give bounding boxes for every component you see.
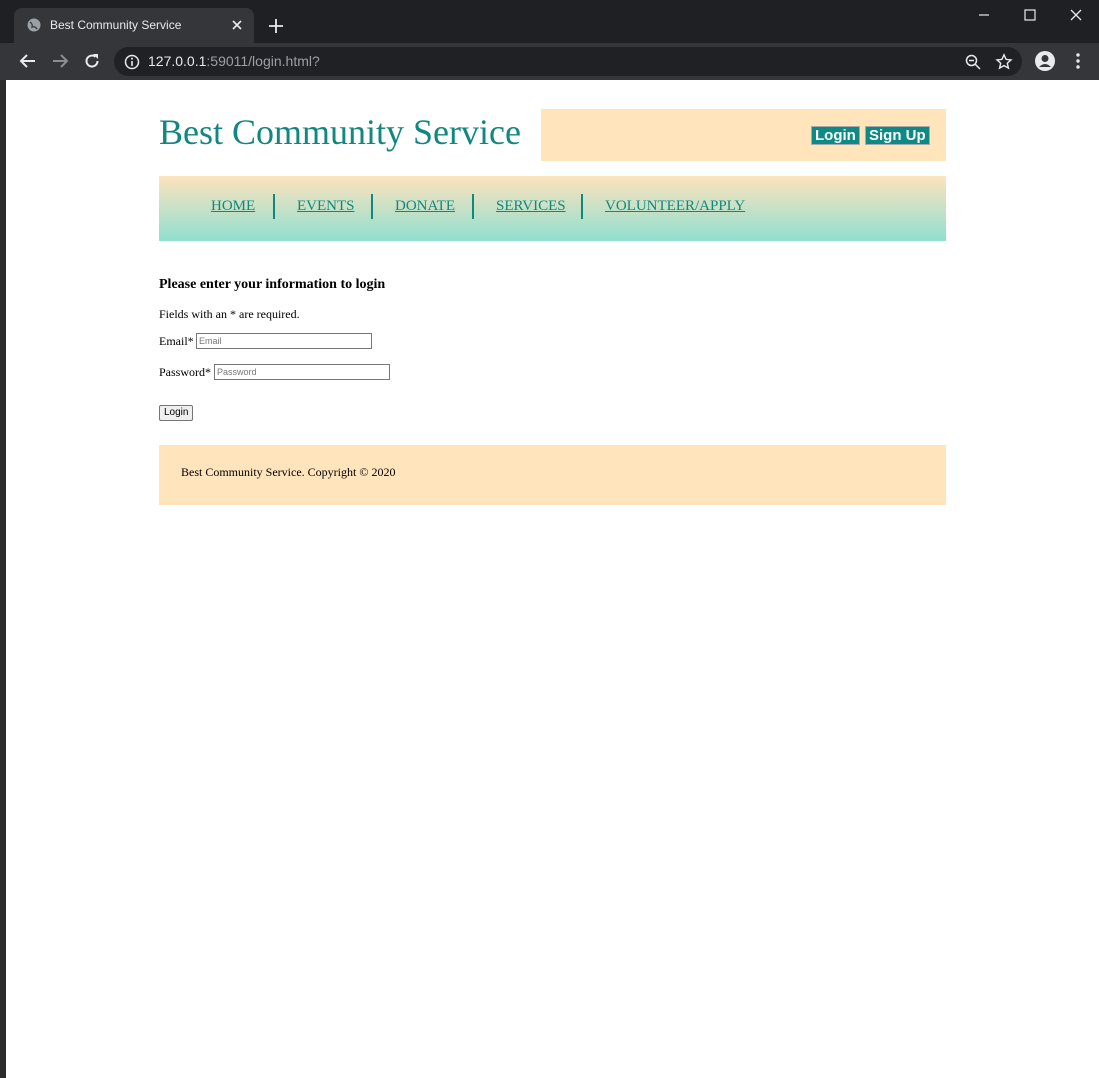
- email-label: Email*: [159, 334, 194, 348]
- close-window-icon[interactable]: [1067, 6, 1085, 24]
- site-header: Best Community Service Login Sign Up: [159, 109, 946, 161]
- browser-tabstrip: Best Community Service: [0, 0, 1099, 43]
- nav-separator: [472, 194, 474, 219]
- password-field[interactable]: [214, 364, 390, 380]
- back-arrow-icon[interactable]: [19, 52, 37, 70]
- new-tab-icon[interactable]: [266, 16, 286, 36]
- site-title: Best Community Service: [159, 112, 521, 152]
- maximize-icon[interactable]: [1021, 6, 1039, 24]
- password-row: Password*: [159, 358, 946, 389]
- login-button[interactable]: Login: [811, 126, 860, 145]
- login-form: Please enter your information to login F…: [159, 277, 946, 421]
- main-nav: HOME EVENTS DONATE SERVICES VOLUNTEER/AP…: [159, 176, 946, 241]
- browser-toolbar: 127.0.0.1:59011/login.html?: [0, 43, 1099, 80]
- nav-volunteer-apply[interactable]: VOLUNTEER/APPLY: [605, 198, 745, 215]
- reload-icon[interactable]: [83, 52, 101, 70]
- nav-services[interactable]: SERVICES: [496, 198, 566, 215]
- nav-separator: [371, 194, 373, 219]
- nav-separator: [581, 194, 583, 219]
- close-tab-icon[interactable]: [229, 17, 245, 33]
- browser-tab[interactable]: Best Community Service: [14, 8, 254, 43]
- url-path: :59011/login.html?: [206, 53, 320, 69]
- email-field[interactable]: [196, 333, 372, 349]
- bookmark-star-icon[interactable]: [995, 53, 1013, 71]
- forward-arrow-icon[interactable]: [51, 52, 69, 70]
- site-container: Best Community Service Login Sign Up HOM…: [159, 109, 946, 505]
- globe-icon: [27, 18, 41, 32]
- form-heading: Please enter your information to login: [159, 277, 386, 292]
- url-text: 127.0.0.1:59011/login.html?: [148, 53, 320, 69]
- nav-events[interactable]: EVENTS: [297, 198, 355, 215]
- nav-home[interactable]: HOME: [211, 198, 255, 215]
- minimize-icon[interactable]: [975, 6, 993, 24]
- email-row: Email*: [159, 327, 946, 358]
- page-viewport: Best Community Service Login Sign Up HOM…: [6, 80, 1099, 1078]
- auth-box: Login Sign Up: [541, 109, 946, 161]
- zoom-icon[interactable]: [964, 53, 982, 71]
- menu-dots-icon[interactable]: [1070, 52, 1086, 70]
- footer-copyright: Best Community Service. Copyright © 2020: [181, 465, 396, 479]
- password-label: Password*: [159, 365, 212, 379]
- site-info-icon[interactable]: [124, 54, 140, 70]
- login-submit-button[interactable]: Login: [159, 405, 194, 421]
- required-note: Fields with an * are required.: [159, 307, 300, 321]
- nav-donate[interactable]: DONATE: [395, 198, 455, 215]
- tab-title: Best Community Service: [50, 18, 182, 32]
- url-host: 127.0.0.1: [148, 53, 207, 69]
- signup-button[interactable]: Sign Up: [865, 126, 930, 145]
- site-footer: Best Community Service. Copyright © 2020: [159, 445, 946, 505]
- nav-separator: [273, 194, 275, 219]
- profile-avatar-icon[interactable]: [1034, 50, 1056, 72]
- address-bar[interactable]: 127.0.0.1:59011/login.html?: [114, 47, 1022, 76]
